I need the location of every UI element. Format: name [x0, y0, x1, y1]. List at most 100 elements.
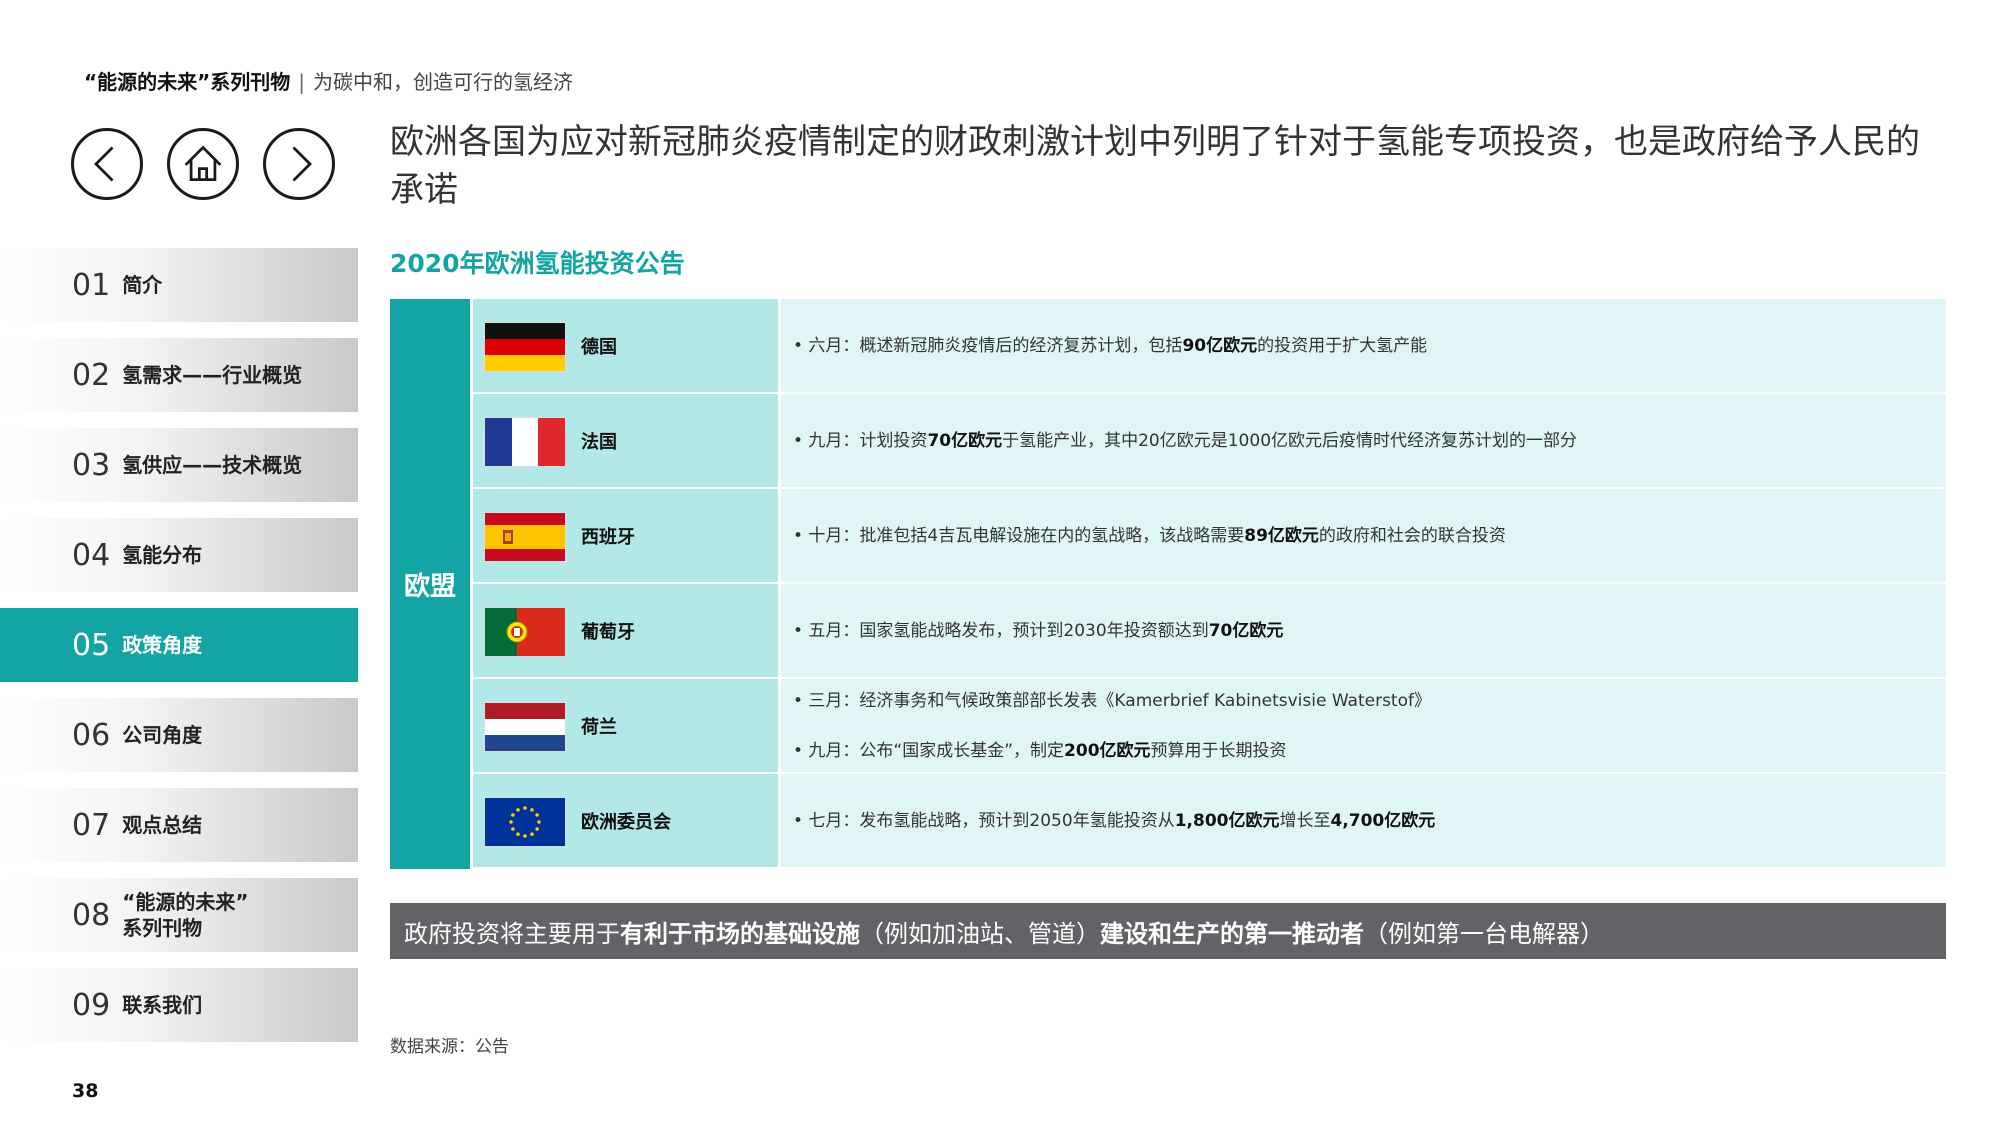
data-source: 数据来源：公告 [390, 1037, 509, 1057]
chevron-left-icon [94, 146, 114, 182]
investment-note: • 五月：国家氢能战略发布，预计到2030年投资额达到70亿欧元 [793, 618, 1946, 644]
investment-note: • 十月：批准包括4吉瓦电解设施在内的氢战略，该战略需要89亿欧元的政府和社会的… [793, 523, 1946, 549]
sidebar-item-number: 08 [72, 897, 111, 933]
note-text: • 五月：国家氢能战略发布，预计到2030年投资额达到 [793, 620, 1209, 641]
sidebar-item-08[interactable]: 08 “能源的未来” 系列刊物 [0, 878, 358, 952]
country-cell: 法国 [473, 394, 778, 487]
sidebar-item-01[interactable]: 01 简介 [0, 248, 358, 322]
table-row: 德国 • 六月：概述新冠肺炎疫情后的经济复苏计划，包括90亿欧元的投资用于扩大氢产… [473, 299, 1946, 392]
country-name: 西班牙 [581, 526, 635, 548]
country-cell: 荷兰 [473, 679, 778, 772]
france-flag [485, 418, 565, 466]
note-text: • 三月：经济事务和气候政策部部长发表《Kamerbrief Kabinetsv… [793, 690, 1431, 711]
table-row: 葡萄牙 • 五月：国家氢能战略发布，预计到2030年投资额达到70亿欧元 [473, 584, 1946, 677]
banner-text: 政府投资将主要用于 [404, 919, 620, 948]
portugal-flag [485, 608, 565, 656]
note-text: 的投资用于扩大氢产能 [1257, 335, 1428, 356]
country-name: 荷兰 [581, 716, 617, 738]
sidebar-item-label: 观点总结 [122, 813, 203, 837]
sidebar-item-04[interactable]: 04 氢能分布 [0, 518, 358, 592]
netherlands-flag [485, 703, 565, 751]
sidebar-item-number: 05 [72, 627, 111, 663]
note-highlight: 1,800亿欧元 [1174, 810, 1280, 831]
summary-banner: 政府投资将主要用于 有利于市场的基础设施 （例如加油站、管道） 建设和生产的第一推动者… [390, 903, 1946, 959]
sidebar-item-label: 氢能分布 [122, 543, 203, 567]
sidebar-item-label: “能源的未来” 系列刊物 [122, 890, 249, 940]
investment-note: • 九月：公布“国家成长基金”，制定200亿欧元预算用于长期投资 [793, 738, 1946, 764]
note-highlight: 89亿欧元 [1244, 525, 1319, 546]
country-cell: 欧洲委员会 [473, 774, 778, 867]
sidebar-item-number: 02 [72, 357, 111, 393]
sidebar-item-label: 政策角度 [122, 633, 203, 657]
series-subtitle: 为碳中和，创造可行的氢经济 [313, 70, 574, 94]
region-label: 欧盟 [390, 299, 470, 869]
sidebar-item-number: 09 [72, 987, 111, 1023]
country-cell: 德国 [473, 299, 778, 392]
country-cell: 西班牙 [473, 489, 778, 582]
note-text: 增长至 [1279, 810, 1331, 831]
note-highlight: 90亿欧元 [1182, 335, 1258, 356]
sidebar-item-number: 07 [72, 807, 111, 843]
country-name: 葡萄牙 [581, 621, 635, 643]
table-row: 法国 • 九月：计划投资70亿欧元于氢能产业，其中20亿欧元是1000亿欧元后疫情… [473, 394, 1946, 487]
note-text: 预算用于长期投资 [1150, 740, 1287, 761]
country-name: 法国 [581, 431, 617, 453]
banner-text: （例如第一台电解器） [1364, 919, 1604, 948]
country-cell: 葡萄牙 [473, 584, 778, 677]
sidebar-item-number: 06 [72, 717, 111, 753]
investment-note: • 三月：经济事务和气候政策部部长发表《Kamerbrief Kabinetsv… [793, 688, 1946, 714]
spain-flag [485, 513, 565, 561]
investment-note: • 九月：计划投资70亿欧元于氢能产业，其中20亿欧元是1000亿欧元后疫情时代… [793, 428, 1946, 454]
header-separator: | [298, 70, 306, 94]
sidebar-item-07[interactable]: 07 观点总结 [0, 788, 358, 862]
sidebar-item-label: 氢需求——行业概览 [122, 363, 303, 387]
details-cell: • 三月：经济事务和气候政策部部长发表《Kamerbrief Kabinetsv… [781, 679, 1946, 772]
back-button[interactable] [71, 128, 143, 200]
section-title: 2020年欧洲氢能投资公告 [390, 249, 685, 278]
sidebar-item-label: 公司角度 [122, 723, 203, 747]
table-row: 欧洲委员会 • 七月：发布氢能战略，预计到2050年氢能投资从1,800亿欧元增长… [473, 774, 1946, 867]
sidebar-item-label: 联系我们 [122, 993, 203, 1017]
page-number: 38 [72, 1080, 99, 1102]
table-row: 荷兰 • 三月：经济事务和气候政策部部长发表《Kamerbrief Kabinet… [473, 679, 1946, 772]
sidebar-item-number: 04 [72, 537, 111, 573]
note-highlight: 70亿欧元 [927, 430, 1003, 451]
banner-highlight: 有利于市场的基础设施 [620, 919, 860, 948]
note-text: • 九月：公布“国家成长基金”，制定 [793, 740, 1065, 761]
next-button[interactable] [263, 128, 335, 200]
country-name: 欧洲委员会 [581, 811, 671, 833]
details-cell: • 十月：批准包括4吉瓦电解设施在内的氢战略，该战略需要89亿欧元的政府和社会的… [781, 489, 1946, 582]
details-cell: • 九月：计划投资70亿欧元于氢能产业，其中20亿欧元是1000亿欧元后疫情时代… [781, 394, 1946, 487]
home-button[interactable] [167, 128, 239, 200]
germany-flag [485, 323, 565, 371]
details-cell: • 七月：发布氢能战略，预计到2050年氢能投资从1,800亿欧元增长至4,70… [781, 774, 1946, 867]
sidebar-item-09[interactable]: 09 联系我们 [0, 968, 358, 1042]
details-cell: • 五月：国家氢能战略发布，预计到2030年投资额达到70亿欧元 [781, 584, 1946, 677]
country-name: 德国 [581, 336, 617, 358]
note-text: • 十月：批准包括4吉瓦电解设施在内的氢战略，该战略需要 [793, 525, 1245, 546]
chevron-right-icon [292, 146, 312, 182]
sidebar-item-03[interactable]: 03 氢供应——技术概览 [0, 428, 358, 502]
investment-note: • 六月：概述新冠肺炎疫情后的经济复苏计划，包括90亿欧元的投资用于扩大氢产能 [793, 333, 1946, 359]
note-highlight: 4,700亿欧元 [1330, 810, 1436, 831]
note-text: 的政府和社会的联合投资 [1318, 525, 1506, 546]
page-title: 欧洲各国为应对新冠肺炎疫情制定的财政刺激计划中列明了针对于氢能专项投资，也是政府… [390, 122, 1920, 210]
note-text: • 六月：概述新冠肺炎疫情后的经济复苏计划，包括 [793, 335, 1183, 356]
sidebar-item-05[interactable]: 05 政策角度 [0, 608, 358, 682]
sidebar-item-label: 简介 [122, 273, 163, 297]
sidebar-item-number: 03 [72, 447, 111, 483]
investment-note: • 七月：发布氢能战略，预计到2050年氢能投资从1,800亿欧元增长至4,70… [793, 808, 1946, 834]
sidebar-item-06[interactable]: 06 公司角度 [0, 698, 358, 772]
details-cell: • 六月：概述新冠肺炎疫情后的经济复苏计划，包括90亿欧元的投资用于扩大氢产能 [781, 299, 1946, 392]
sidebar-item-number: 01 [72, 267, 111, 303]
eu-flag [485, 798, 565, 846]
sidebar-item-label: 氢供应——技术概览 [122, 453, 303, 477]
investment-table: 欧盟 德国 • 六月：概述新冠肺炎疫情后的经济复苏计划，包括90亿欧元的投资用于扩… [390, 299, 1946, 869]
sidebar-item-02[interactable]: 02 氢需求——行业概览 [0, 338, 358, 412]
home-icon [184, 145, 222, 181]
banner-text: （例如加油站、管道） [860, 919, 1100, 948]
table-row: 西班牙 • 十月：批准包括4吉瓦电解设施在内的氢战略，该战略需要89亿欧元的政府和… [473, 489, 1946, 582]
note-text: 于氢能产业，其中20亿欧元是1000亿欧元后疫情时代经济复苏计划的一部分 [1002, 430, 1578, 451]
note-text: • 九月：计划投资 [793, 430, 928, 451]
note-highlight: 200亿欧元 [1064, 740, 1151, 761]
